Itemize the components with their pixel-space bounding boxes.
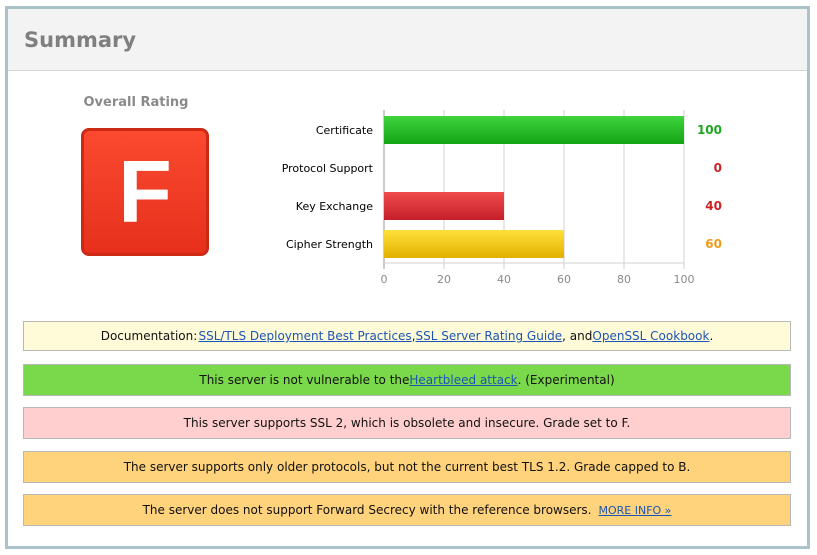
category-label: Cipher Strength bbox=[286, 238, 373, 251]
category-label: Key Exchange bbox=[296, 200, 373, 213]
heartbleed-suffix: . (Experimental) bbox=[517, 373, 615, 387]
x-tick-label: 40 bbox=[497, 273, 511, 286]
value-label: 40 bbox=[705, 199, 722, 213]
value-label: 60 bbox=[705, 237, 722, 251]
category-label: Certificate bbox=[316, 124, 373, 137]
summary-panel: Summary Overall Rating F 0 20 40 60 80 100 Cer… bbox=[5, 6, 810, 549]
x-tick-label: 80 bbox=[617, 273, 631, 286]
openssl-cookbook-link[interactable]: OpenSSL Cookbook bbox=[592, 329, 709, 343]
documentation-suffix: . bbox=[709, 329, 714, 343]
rating-chart: 0 20 40 60 80 100 Certificate 100 Protocol Suppo… bbox=[282, 110, 722, 286]
rating-guide-link[interactable]: SSL Server Rating Guide bbox=[416, 329, 563, 343]
more-info-link[interactable]: MORE INFO » bbox=[598, 504, 671, 517]
documentation-prefix: Documentation: bbox=[100, 329, 198, 343]
heartbleed-link[interactable]: Heartbleed attack bbox=[409, 373, 517, 387]
forward-secrecy-warning: The server does not support Forward Secr… bbox=[23, 494, 791, 526]
x-tick-label: 100 bbox=[674, 273, 695, 286]
x-tick-label: 20 bbox=[437, 273, 451, 286]
best-practices-link[interactable]: SSL/TLS Deployment Best Practices bbox=[198, 329, 411, 343]
protocol-warning: The server supports only older protocols… bbox=[23, 451, 791, 483]
heartbleed-prefix: This server is not vulnerable to the bbox=[199, 373, 410, 387]
documentation-notice: Documentation: SSL/TLS Deployment Best P… bbox=[23, 321, 791, 351]
value-label: 0 bbox=[714, 161, 722, 175]
bar-key-exchange bbox=[384, 192, 504, 220]
x-tick-label: 60 bbox=[557, 273, 571, 286]
value-label: 100 bbox=[697, 123, 722, 137]
heartbleed-notice: This server is not vulnerable to the Hea… bbox=[23, 364, 791, 396]
bar-cipher-strength bbox=[384, 230, 564, 258]
bar-certificate bbox=[384, 116, 684, 144]
ssl2-warning: This server supports SSL 2, which is obs… bbox=[23, 407, 791, 439]
documentation-sep2: , and bbox=[562, 329, 593, 343]
category-label: Protocol Support bbox=[282, 162, 374, 175]
protocol-warning-text: The server supports only older protocols… bbox=[123, 460, 691, 474]
x-tick-label: 0 bbox=[381, 273, 388, 286]
forward-secrecy-text: The server does not support Forward Secr… bbox=[142, 503, 592, 517]
ssl2-warning-text: This server supports SSL 2, which is obs… bbox=[183, 416, 631, 430]
